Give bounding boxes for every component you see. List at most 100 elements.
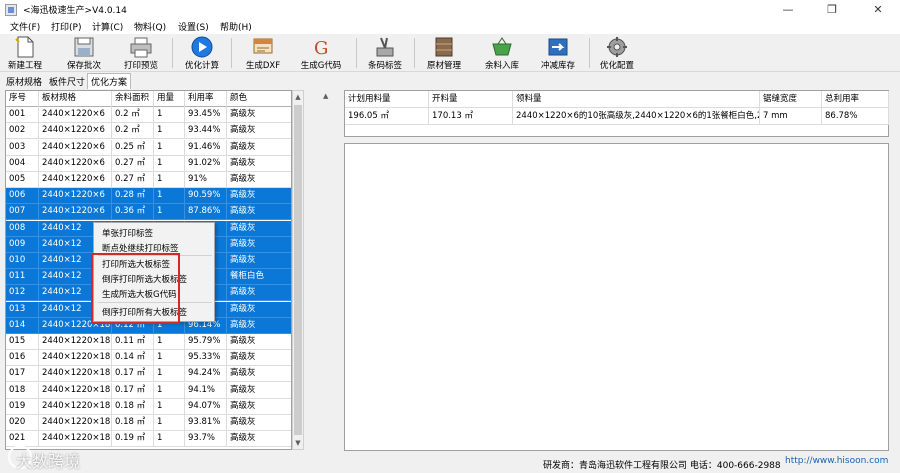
table-cell: 高级灰 <box>227 318 291 334</box>
table-cell: 91.02% <box>185 156 227 172</box>
optimize-config-button[interactable]: 优化配置 <box>596 34 638 72</box>
table-cell: 0.25 ㎡ <box>112 140 154 156</box>
menu-print[interactable]: 打印(P) <box>51 20 81 33</box>
barcode-label-button[interactable]: 条码标签 <box>363 34 407 72</box>
table-cell: 高级灰 <box>227 156 291 172</box>
optimize-button[interactable]: 优化计算 <box>180 34 224 72</box>
column-header[interactable]: 利用率 <box>185 91 227 107</box>
column-header[interactable]: 锯缝宽度 <box>760 91 822 108</box>
table-row[interactable]: 015 2440×1220×18 0.11 ㎡ 1 95.79% 高级灰 <box>6 334 291 350</box>
scroll-down-icon[interactable]: ▼ <box>293 437 303 449</box>
table-row[interactable]: 019 2440×1220×18 0.18 ㎡ 1 94.07% 高级灰 <box>6 399 291 415</box>
column-header[interactable]: 序号 <box>6 91 39 107</box>
table-cell: 2440×1220×18 <box>39 415 112 431</box>
scroll-up-icon[interactable]: ▲ <box>293 91 303 103</box>
table-cell: 93.7% <box>185 431 227 447</box>
app-window: <海迅极速生产>V4.0.14 — ❐ ✕ 文件(F) 打印(P) 计算(C) … <box>0 0 900 473</box>
table-cell: 017 <box>6 366 39 382</box>
table-cell: 1 <box>154 107 185 123</box>
table-scrollbar[interactable]: ▲ ▼ <box>292 90 304 450</box>
column-header[interactable]: 领料量 <box>513 91 760 108</box>
tab-optimization-plan[interactable]: 优化方案 <box>87 73 132 89</box>
table-row[interactable]: 016 2440×1220×18 0.14 ㎡ 1 95.33% 高级灰 <box>6 350 291 366</box>
table-cell: 0.2 ㎡ <box>112 107 154 123</box>
column-header[interactable]: 用量 <box>154 91 185 107</box>
tab-panel-size[interactable]: 板件尺寸 <box>49 75 85 88</box>
table-cell: 2440×1220×18 <box>39 399 112 415</box>
toolbar-divider <box>172 38 173 68</box>
table-cell: 2440×1220×6 <box>39 188 112 204</box>
scrollbar-thumb[interactable] <box>294 105 302 435</box>
print-preview-button[interactable]: 打印预览 <box>119 34 163 72</box>
table-row[interactable]: 001 2440×1220×6 0.2 ㎡ 1 93.45% 高级灰 <box>6 107 291 123</box>
new-project-button[interactable]: 新建工程 <box>6 34 44 72</box>
table-cell: 1 <box>154 415 185 431</box>
table-row[interactable]: 006 2440×1220×6 0.28 ㎡ 1 90.59% 高级灰 <box>6 188 291 204</box>
material-management-button[interactable]: 原材管理 <box>421 34 467 72</box>
menu-help[interactable]: 帮助(H) <box>220 20 252 33</box>
table-cell: 003 <box>6 140 39 156</box>
table-row[interactable]: 017 2440×1220×18 0.17 ㎡ 1 94.24% 高级灰 <box>6 366 291 382</box>
table-cell: 高级灰 <box>227 237 291 253</box>
table-cell: 高级灰 <box>227 334 291 350</box>
close-icon[interactable]: ✕ <box>856 0 900 19</box>
optimize-config-label: 优化配置 <box>599 61 634 71</box>
table-cell: 高级灰 <box>227 383 291 399</box>
table-row[interactable]: 018 2440×1220×18 0.17 ㎡ 1 94.1% 高级灰 <box>6 383 291 399</box>
table-cell: 高级灰 <box>227 415 291 431</box>
table-cell: 012 <box>6 285 39 301</box>
table-row[interactable]: 020 2440×1220×18 0.18 ㎡ 1 93.81% 高级灰 <box>6 415 291 431</box>
table-cell: 高级灰 <box>227 123 291 139</box>
menu-item-print-single-label[interactable]: 单张打印标签 <box>102 227 153 239</box>
tab-raw-material[interactable]: 原材规格 <box>6 75 42 88</box>
leftover-stock-button[interactable]: 余料入库 <box>477 34 527 72</box>
table-cell: 高级灰 <box>227 431 291 447</box>
table-cell: 2440×1220×18 <box>39 383 112 399</box>
deduct-stock-button[interactable]: 冲减库存 <box>535 34 581 72</box>
table-cell: 0.27 ㎡ <box>112 172 154 188</box>
menu-material[interactable]: 物料(Q) <box>134 20 166 33</box>
menu-calculate[interactable]: 计算(C) <box>92 20 123 33</box>
column-header[interactable]: 板材规格 <box>39 91 112 107</box>
table-cell: 高级灰 <box>227 285 291 301</box>
table-cell: 2440×1220×6 <box>39 172 112 188</box>
panel-splitter[interactable]: ▲ <box>323 90 331 452</box>
save-batch-button[interactable]: 保存批次 <box>62 34 106 72</box>
menu-bar: 文件(F) 打印(P) 计算(C) 物料(Q) 设置(S) 帮助(H) <box>0 19 900 34</box>
table-row[interactable]: 003 2440×1220×6 0.25 ㎡ 1 91.46% 高级灰 <box>6 140 291 156</box>
table-cell: 1 <box>154 123 185 139</box>
table-row[interactable]: 005 2440×1220×6 0.27 ㎡ 1 91% 高级灰 <box>6 172 291 188</box>
maximize-icon[interactable]: ❐ <box>810 0 854 19</box>
table-cell: 015 <box>6 334 39 350</box>
table-row[interactable]: 021 2440×1220×18 0.19 ㎡ 1 93.7% 高级灰 <box>6 431 291 447</box>
print-preview-icon <box>130 37 152 58</box>
generate-dxf-button[interactable]: 生成DXF <box>240 34 286 72</box>
minimize-icon[interactable]: — <box>766 0 810 19</box>
menu-file[interactable]: 文件(F) <box>10 20 40 33</box>
scroll-up-icon[interactable]: ▲ <box>323 92 328 100</box>
table-cell: 高级灰 <box>227 188 291 204</box>
gcode-icon: G <box>314 38 328 58</box>
table-row[interactable]: 002 2440×1220×6 0.2 ㎡ 1 93.44% 高级灰 <box>6 123 291 139</box>
table-row[interactable]: 007 2440×1220×6 0.36 ㎡ 1 87.86% 高级灰 <box>6 204 291 220</box>
column-header[interactable]: 开料量 <box>429 91 513 108</box>
column-header[interactable]: 计划用料量 <box>345 91 429 108</box>
tab-strip: 原材规格 板件尺寸 优化方案 <box>0 72 900 89</box>
optimize-label: 优化计算 <box>184 61 219 71</box>
column-header[interactable]: 余料面积 <box>112 91 154 107</box>
table-cell: 004 <box>6 156 39 172</box>
gear-icon <box>607 37 627 57</box>
deduct-stock-icon <box>548 38 568 56</box>
website-link[interactable]: http://www.hisoon.com <box>785 456 888 466</box>
table-cell: 91% <box>185 172 227 188</box>
menu-settings[interactable]: 设置(S) <box>178 20 209 33</box>
column-header[interactable]: 总利用率 <box>822 91 889 108</box>
generate-gcode-button[interactable]: G 生成G代码 <box>296 34 346 72</box>
table-cell: 2440×1220×6 <box>39 204 112 220</box>
table-row[interactable]: 004 2440×1220×6 0.27 ㎡ 1 91.02% 高级灰 <box>6 156 291 172</box>
table-cell: 0.17 ㎡ <box>112 383 154 399</box>
table-cell: 高级灰 <box>227 204 291 220</box>
column-header[interactable]: 颜色 <box>227 91 291 107</box>
table-cell: 95.79% <box>185 334 227 350</box>
table-cell: 90.59% <box>185 188 227 204</box>
